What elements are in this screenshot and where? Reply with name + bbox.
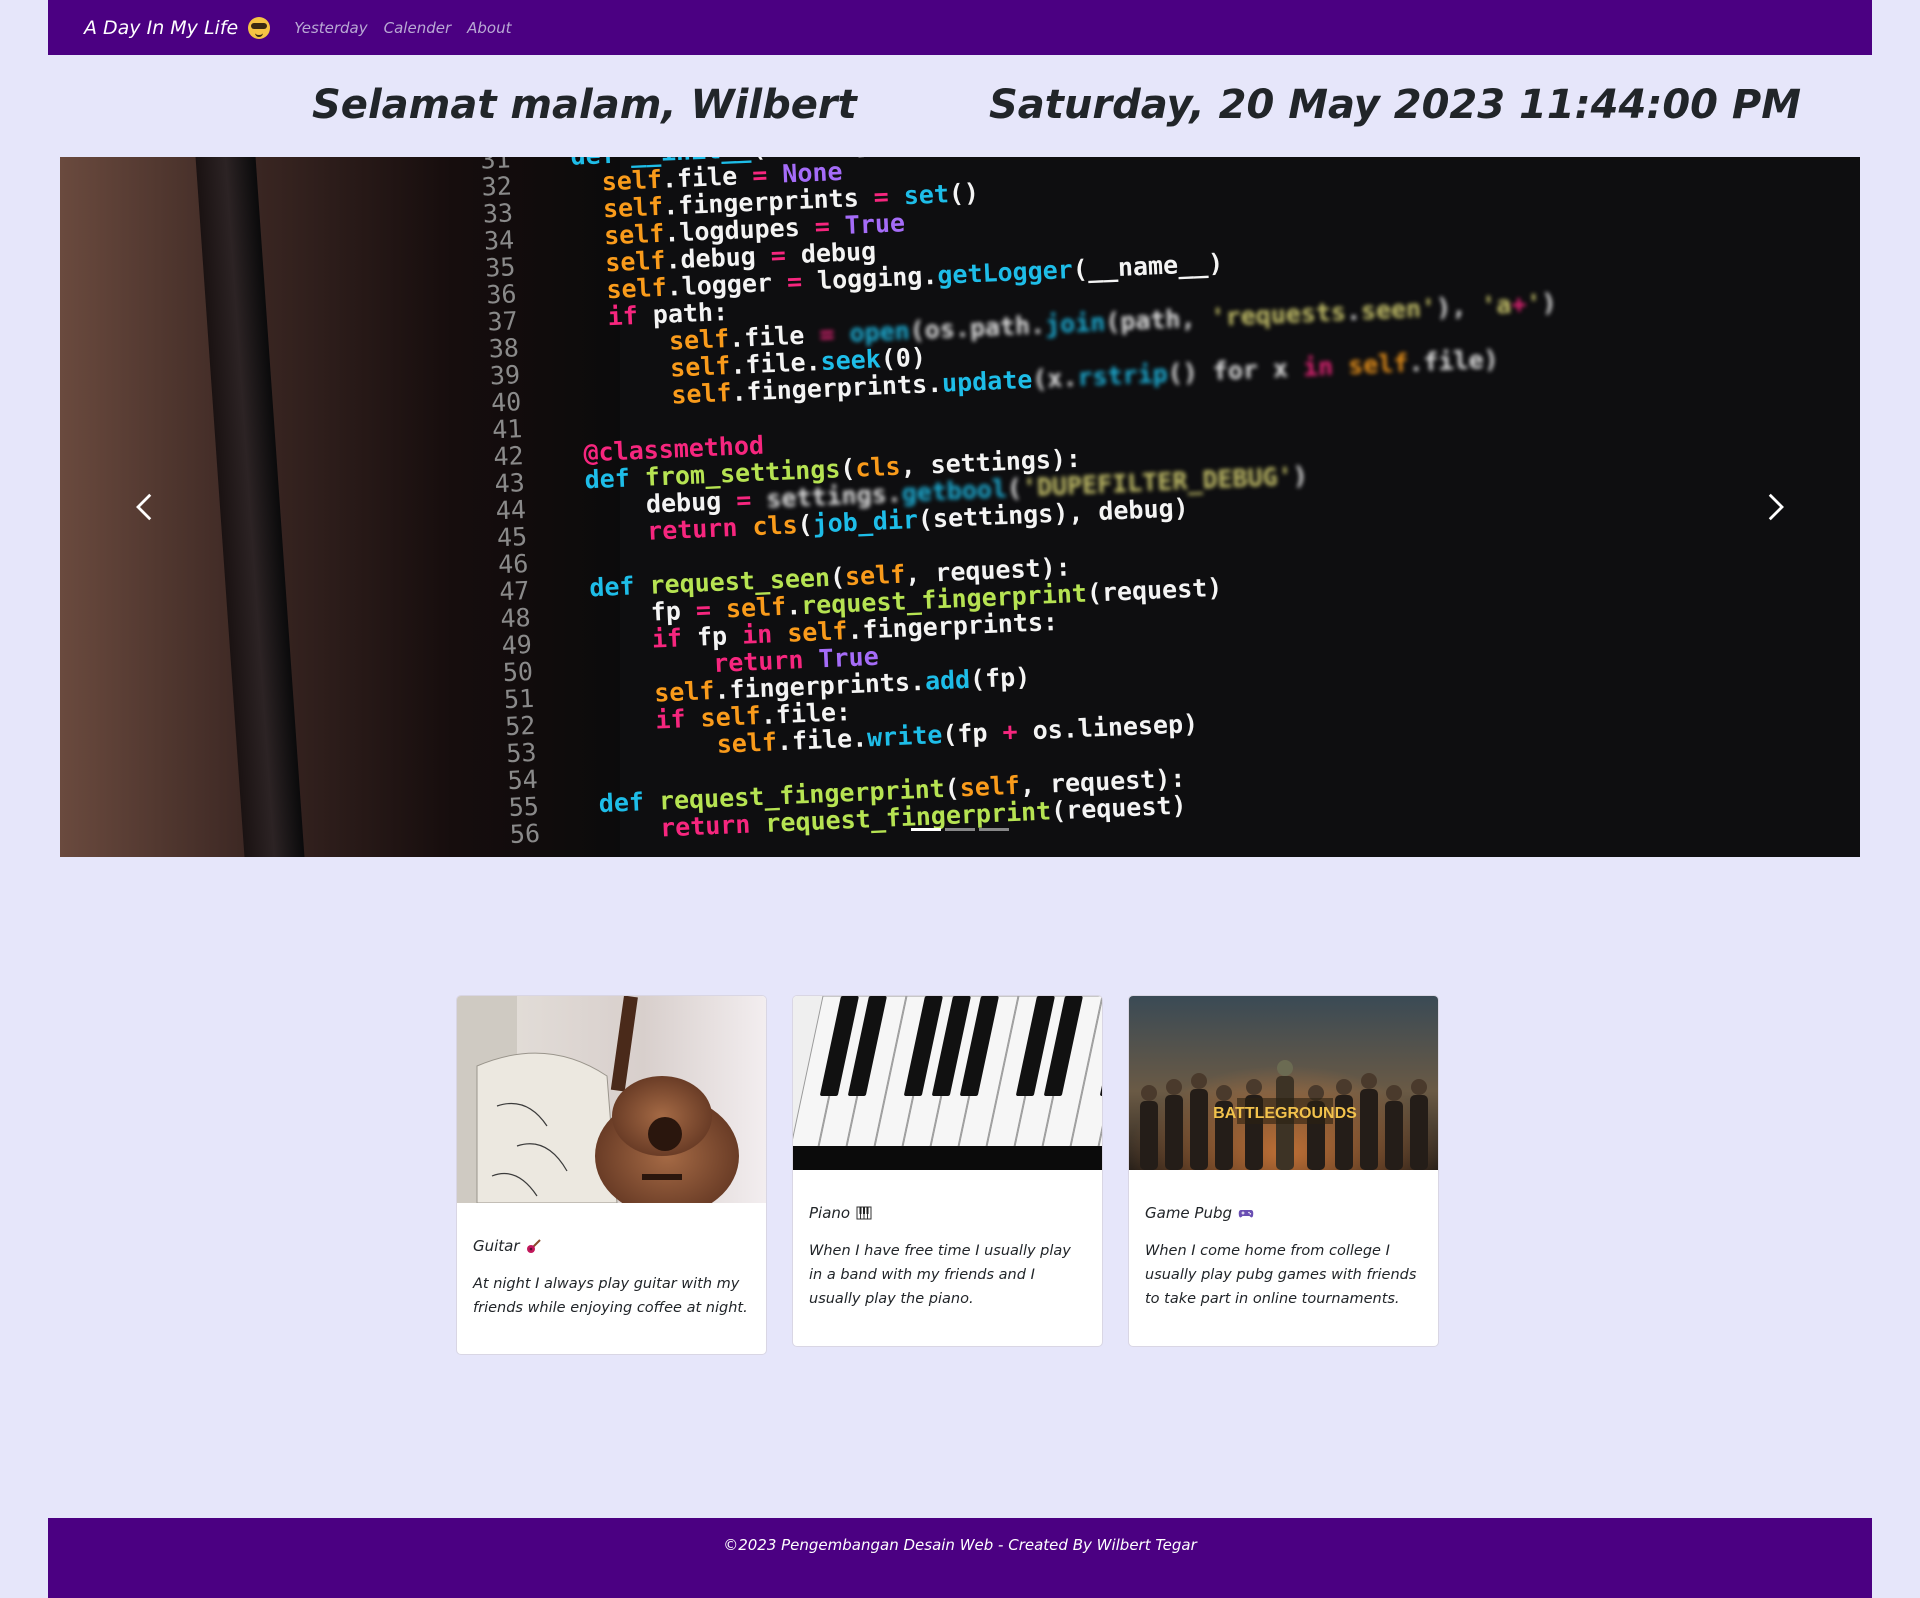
guitar-icon [526, 1239, 541, 1253]
code-line: 52 if self.file: [475, 697, 852, 741]
code-line: 51 self.fingerprints.add(fp) [474, 662, 1030, 714]
code-line: 41 [462, 414, 523, 444]
image-carousel: 31def __init__(self, job_dir=None):32 se… [60, 157, 1860, 857]
code-line: 46 [468, 549, 529, 579]
character-figure [1190, 1089, 1208, 1170]
carousel-indicator[interactable] [911, 828, 941, 831]
code-line: 33 self.fingerprints = set() [452, 178, 979, 229]
piano-base [793, 1146, 1102, 1170]
acoustic-guitar-photo [457, 996, 766, 1203]
nav-link-calender[interactable]: Calender [384, 19, 452, 37]
carousel-indicators [60, 828, 1860, 831]
code-line: 36 self.logger = logging.getLogger(__nam… [456, 248, 1224, 309]
code-line: 43 def from_settings(cls, settings): [464, 444, 1082, 499]
code-line: 44 debug = settings.getbool('DUPEFILTER_… [465, 461, 1308, 525]
pubg-battlegrounds-poster: BATTLEGROUNDS [1129, 996, 1438, 1170]
character-head [1191, 1073, 1207, 1089]
sunglasses-smiley-icon [248, 16, 271, 39]
card-title: Game Pubg [1145, 1204, 1422, 1222]
card-text: When I have free time I usually play in … [809, 1243, 1071, 1307]
code-line: 53 self.file.write(fp + os.linesep) [476, 709, 1199, 768]
hobby-card-guitar: Guitar At night I always play guitar wit… [456, 995, 767, 1355]
character-head [1336, 1079, 1352, 1095]
code-line: 45 return cls(job_dir(settings), debug) [466, 493, 1189, 552]
code-line: 54 [477, 765, 538, 795]
code-editor-photo: 31def __init__(self, job_dir=None):32 se… [450, 157, 1860, 857]
brand-title[interactable]: A Day In My Life [84, 17, 238, 39]
card-text: When I come home from college I usually … [1145, 1243, 1417, 1307]
navbar-brand[interactable]: A Day In My Life [84, 16, 271, 39]
character-head [1216, 1085, 1232, 1101]
code-line: 38 self.file = open(os.path.join(path, '… [458, 288, 1557, 364]
code-line: 42 @classmethod [463, 431, 765, 472]
code-line: 48 fp = self.request_fingerprint(request… [470, 573, 1223, 633]
character-figure [1140, 1101, 1158, 1170]
character-figure [1385, 1101, 1403, 1170]
code-line: 34 self.logdupes = True [454, 208, 905, 255]
carousel-indicator[interactable] [945, 828, 975, 831]
code-line: 35 self.debug = debug [455, 237, 877, 283]
character-head [1166, 1079, 1182, 1095]
nav-link-about[interactable]: About [467, 19, 511, 37]
character-figure [1360, 1089, 1378, 1170]
code-line: 47 def request_seen(self, request): [469, 552, 1072, 606]
character-head [1411, 1079, 1427, 1095]
card-title: Guitar [473, 1237, 750, 1255]
code-line: 40 self.fingerprints.update(x.rstrip() f… [461, 344, 1499, 417]
piano-keys-photo [793, 996, 1102, 1170]
footer: ©2023 Pengembangan Desain Web - Created … [48, 1518, 1872, 1598]
character-figure [1165, 1095, 1183, 1170]
nav-links: Yesterday Calender About [294, 19, 511, 37]
character-head [1277, 1060, 1293, 1076]
code-line: 56 return request_fingerprint(request) [479, 791, 1187, 850]
line-number: 56 [509, 818, 541, 850]
carousel-prev-button[interactable] [60, 157, 230, 857]
character-head [1361, 1073, 1377, 1089]
datetime-text: Saturday, 20 May 2023 11:44:00 PM [989, 82, 1802, 128]
greeting-row: Selamat malam, Wilbert Saturday, 20 May … [0, 82, 1920, 142]
chevron-right-icon [1768, 493, 1784, 521]
carousel-next-button[interactable] [1690, 157, 1860, 857]
card-text: At night I always play guitar with my fr… [473, 1276, 748, 1316]
nav-link-yesterday[interactable]: Yesterday [294, 19, 367, 37]
code-line: 55 def request_fingerprint(self, request)… [478, 764, 1186, 823]
code-line: 49 if fp in self.fingerprints: [471, 607, 1059, 660]
poster-title: BATTLEGROUNDS [1213, 1105, 1357, 1122]
code-line: 32 self.file = None [451, 157, 843, 202]
carousel-indicator[interactable] [979, 828, 1009, 831]
footer-text: ©2023 Pengembangan Desain Web - Created … [723, 1536, 1197, 1554]
carousel-slide: 31def __init__(self, job_dir=None):32 se… [60, 157, 1860, 857]
code-line: 50 return True [472, 642, 879, 687]
code-line: 37 if path: [457, 297, 729, 336]
code-line: 39 self.file.seek(0) [459, 342, 926, 390]
greeting-text: Selamat malam, Wilbert [312, 82, 857, 128]
character-head [1141, 1085, 1157, 1101]
chevron-left-icon [136, 493, 152, 521]
character-head [1246, 1079, 1262, 1095]
card-title: Piano [809, 1204, 1086, 1222]
game-controller-icon [1238, 1210, 1254, 1218]
piano-keys-icon [856, 1206, 872, 1220]
code-line: 31def __init__(self, job_dir=None): [450, 157, 962, 175]
hobby-card-piano: Piano When I have free time I usually pl… [792, 995, 1103, 1347]
character-head [1386, 1085, 1402, 1101]
hobby-card-game: BATTLEGROUNDS Game Pubg When I come home… [1128, 995, 1439, 1347]
navbar: A Day In My Life Yesterday Calender Abou… [48, 0, 1872, 55]
character-figure [1410, 1095, 1428, 1170]
